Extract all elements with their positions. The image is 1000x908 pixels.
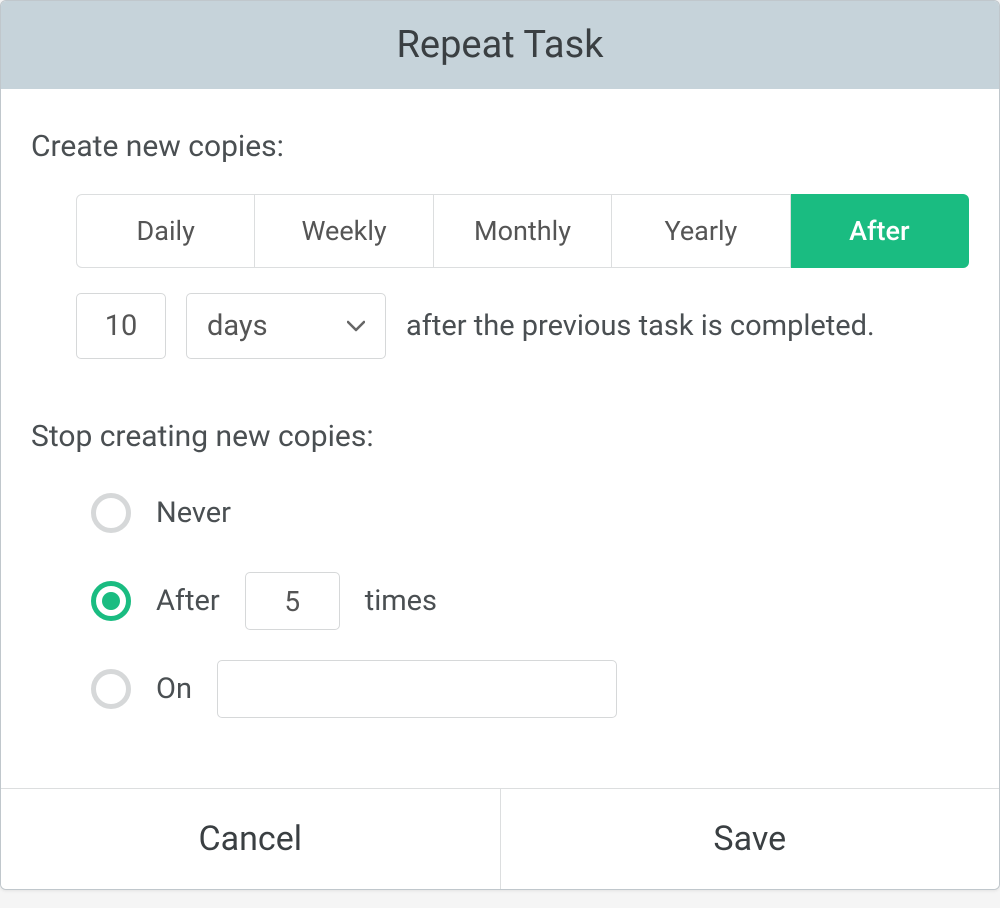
after-description-text: after the previous task is completed.	[406, 309, 875, 343]
radio-on[interactable]	[91, 669, 131, 709]
tab-after[interactable]: After	[791, 194, 969, 268]
radio-on-label: On	[156, 672, 192, 706]
on-date-input[interactable]	[217, 660, 617, 718]
tab-daily[interactable]: Daily	[76, 194, 255, 268]
stop-copies-label: Stop creating new copies:	[31, 419, 969, 454]
tab-monthly[interactable]: Monthly	[434, 194, 612, 268]
radio-row-never: Never	[91, 484, 969, 542]
radio-after[interactable]	[91, 581, 131, 621]
radio-after-label-prefix: After	[156, 584, 220, 618]
dialog-header: Repeat Task	[1, 1, 999, 89]
stop-section: Stop creating new copies: Never After ti…	[31, 419, 969, 718]
radio-never[interactable]	[91, 493, 131, 533]
interval-value-input[interactable]	[76, 293, 166, 359]
chevron-down-icon	[347, 317, 365, 335]
radio-row-after: After times	[91, 572, 969, 630]
stop-radio-list: Never After times On	[91, 484, 969, 718]
dialog-body: Create new copies: Daily Weekly Monthly …	[1, 89, 999, 788]
tab-weekly[interactable]: Weekly	[255, 194, 433, 268]
interval-row: days after the previous task is complete…	[76, 293, 969, 359]
save-button[interactable]: Save	[500, 789, 1000, 889]
radio-row-on: On	[91, 660, 969, 718]
radio-after-label-suffix: times	[365, 584, 437, 618]
frequency-tabs: Daily Weekly Monthly Yearly After	[76, 194, 969, 268]
after-times-input[interactable]	[245, 572, 340, 630]
radio-never-label: Never	[156, 496, 231, 530]
interval-unit-select[interactable]: days	[186, 293, 386, 359]
dialog-title: Repeat Task	[1, 23, 999, 67]
tab-yearly[interactable]: Yearly	[612, 194, 790, 268]
create-copies-label: Create new copies:	[31, 129, 969, 164]
cancel-button[interactable]: Cancel	[1, 789, 500, 889]
repeat-task-dialog: Repeat Task Create new copies: Daily Wee…	[0, 0, 1000, 890]
dialog-footer: Cancel Save	[1, 788, 999, 889]
interval-unit-value: days	[207, 309, 347, 343]
